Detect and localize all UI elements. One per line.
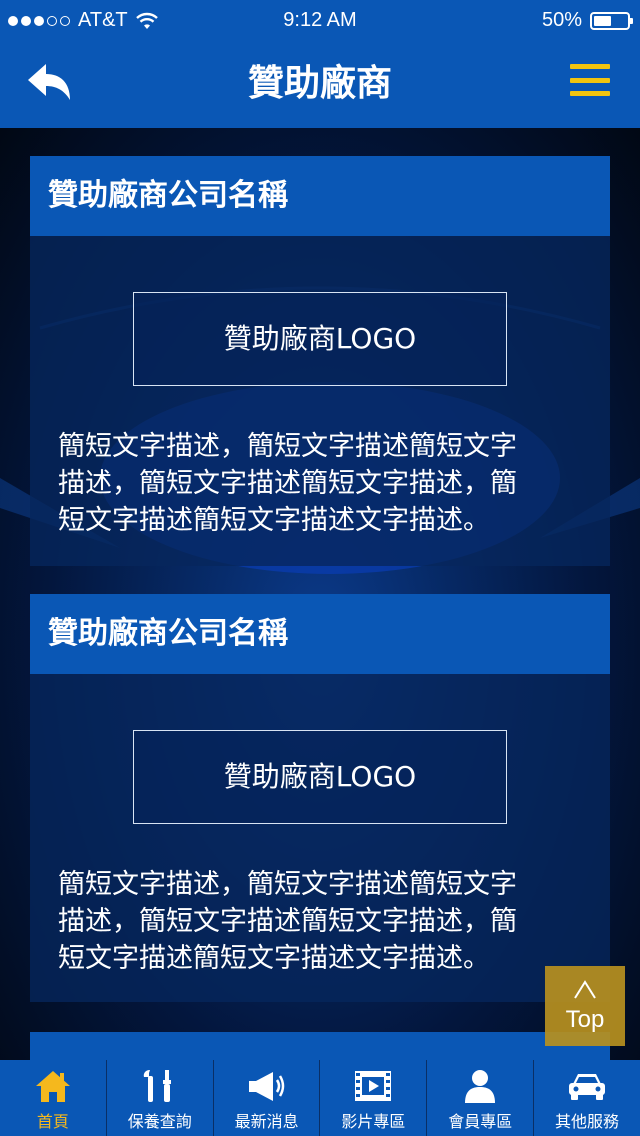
top-label: Top bbox=[565, 1006, 605, 1033]
navigation-bar: 贊助廠商 bbox=[0, 40, 640, 128]
sponsor-description: 簡短文字描述，簡短文字描述簡短文字 描述，簡短文字描述簡短文字描述，簡 短文字描… bbox=[58, 869, 517, 974]
page-title: 贊助廠商 bbox=[247, 63, 392, 104]
tab-bar: 首頁 保養查詢 最新消息 影片專區 會員專區 其他服務 bbox=[0, 1060, 640, 1136]
back-to-top-button[interactable]: Top bbox=[545, 966, 625, 1046]
sponsor-card[interactable]: 贊助廠商公司名稱 贊助廠商LOGO 簡短文字描述，簡短文字描述簡短文字 描述，簡… bbox=[30, 156, 610, 566]
menu-button[interactable] bbox=[570, 64, 610, 96]
tab-maintenance[interactable]: 保養查詢 bbox=[105, 1060, 213, 1136]
status-bar: AT&T 9:12 AM 50% bbox=[0, 0, 640, 40]
chevron-up-icon bbox=[574, 980, 596, 999]
sponsor-card[interactable]: 贊助廠商公司名稱 贊助廠商LOGO 簡短文字描述，簡短文字描述簡短文字 描述，簡… bbox=[30, 594, 610, 1002]
sponsor-card[interactable] bbox=[30, 1032, 610, 1060]
tab-home[interactable]: 首頁 bbox=[0, 1060, 106, 1136]
sponsor-name-partial bbox=[30, 1032, 610, 1060]
sponsor-logo[interactable]: 贊助廠商LOGO bbox=[133, 292, 507, 386]
tab-other-services[interactable]: 其他服務 bbox=[533, 1060, 640, 1136]
sponsor-name: 贊助廠商公司名稱 bbox=[30, 156, 610, 236]
home-icon bbox=[35, 1071, 70, 1102]
tools-icon bbox=[143, 1070, 171, 1102]
sponsor-name: 贊助廠商公司名稱 bbox=[30, 594, 610, 674]
sponsor-list[interactable]: 贊助廠商公司名稱 贊助廠商LOGO 簡短文字描述，簡短文字描述簡短文字 描述，簡… bbox=[0, 128, 640, 1060]
tab-members[interactable]: 會員專區 bbox=[426, 1060, 533, 1136]
sponsor-logo[interactable]: 贊助廠商LOGO bbox=[133, 730, 507, 824]
hamburger-menu-icon bbox=[570, 64, 610, 69]
user-icon bbox=[465, 1070, 496, 1103]
car-icon bbox=[569, 1074, 606, 1100]
film-icon bbox=[355, 1071, 392, 1101]
tab-videos[interactable]: 影片專區 bbox=[319, 1060, 426, 1136]
sponsor-description: 簡短文字描述，簡短文字描述簡短文字 描述，簡短文字描述簡短文字描述，簡 短文字描… bbox=[58, 431, 517, 536]
tab-news[interactable]: 最新消息 bbox=[212, 1060, 320, 1136]
battery-percent: 50% bbox=[541, 9, 582, 31]
battery-icon bbox=[590, 11, 633, 30]
megaphone-icon bbox=[248, 1072, 284, 1101]
